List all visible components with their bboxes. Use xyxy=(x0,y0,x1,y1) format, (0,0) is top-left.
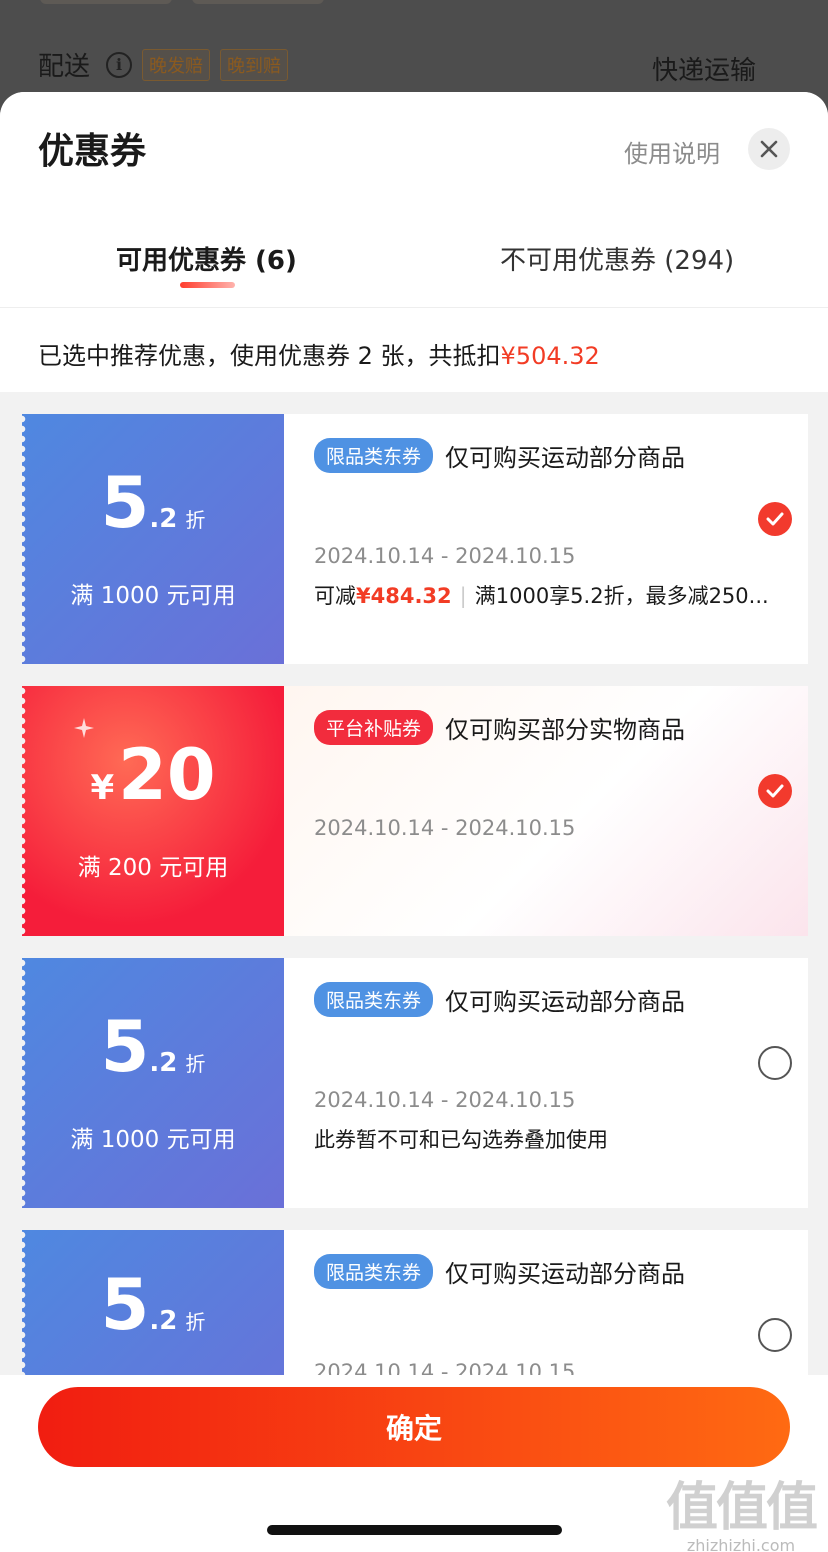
coupon-note: 此券暂不可和已勾选券叠加使用 xyxy=(314,1128,608,1152)
coupon-card[interactable]: 5.2 折 满 1000 元可用 限品类东券 仅可购买运动部分商品 2024.10… xyxy=(22,958,808,1208)
coupon-sheet: 优惠券 使用说明 可用优惠券 (6) 不可用优惠券 (294) 已选中推荐优惠，… xyxy=(0,92,828,1552)
coupon-condition: 满 1000 元可用 xyxy=(70,1127,236,1153)
coupon-details: 平台补贴券 仅可购买部分实物商品 2024.10.14 - 2024.10.15 xyxy=(284,686,808,936)
coupon-date: 2024.10.14 - 2024.10.15 xyxy=(314,816,576,840)
late-ship-tag: 晚发赔 xyxy=(142,48,211,81)
coupon-date: 2024.10.14 - 2024.10.15 xyxy=(314,1088,576,1112)
coupon-description: 仅可购买部分实物商品 xyxy=(445,716,686,744)
summary-text: 已选中推荐优惠，使用优惠券 2 张，共抵扣 xyxy=(38,342,501,370)
check-icon xyxy=(766,784,784,798)
delivery-label: 配送 xyxy=(38,52,91,82)
coupon-date: 2024.10.14 - 2024.10.15 xyxy=(314,544,576,568)
coupon-type-badge: 限品类东券 xyxy=(314,438,434,473)
coupon-checkbox-unchecked[interactable] xyxy=(758,1046,792,1080)
coupon-tabs: 可用优惠券 (6) 不可用优惠券 (294) xyxy=(0,232,828,302)
close-button[interactable] xyxy=(748,128,790,170)
coupon-checkbox-checked[interactable] xyxy=(758,774,792,808)
coupon-description: 仅可购买运动部分商品 xyxy=(445,444,686,472)
usage-instructions-link[interactable]: 使用说明 xyxy=(624,134,720,169)
info-icon[interactable]: i xyxy=(106,51,133,78)
coupon-value-panel: 5.2 折 满 1000 元可用 xyxy=(22,958,284,1208)
check-icon xyxy=(766,512,784,526)
coupon-savings: 可减¥484.32 | 满1000享5.2折，最多减250... xyxy=(314,584,769,608)
coupon-value-panel: ¥20 满 200 元可用 xyxy=(22,686,284,936)
coupon-card[interactable]: 5.2 折 满 1000 元可用 限品类东券 仅可购买运动部分商品 2024.10… xyxy=(22,414,808,664)
background-tabs xyxy=(40,0,324,4)
home-indicator[interactable] xyxy=(267,1525,562,1535)
coupon-list[interactable]: 5.2 折 满 1000 元可用 限品类东券 仅可购买运动部分商品 2024.10… xyxy=(22,414,808,1502)
active-tab-indicator xyxy=(180,282,235,288)
coupon-description: 仅可购买运动部分商品 xyxy=(445,988,686,1016)
watermark-logo: 值值值 xyxy=(665,1479,818,1537)
coupon-checkbox-checked[interactable] xyxy=(758,502,792,536)
sparkle-icon xyxy=(74,718,94,738)
coupon-rule: 满1000享5.2折，最多减250... xyxy=(474,584,769,608)
discount-value: 5.2 折 xyxy=(100,1264,206,1346)
tab-unavailable[interactable]: 不可用优惠券 (294) xyxy=(500,240,734,277)
watermark-url: zhizhizhi.com xyxy=(686,1536,796,1552)
sheet-title: 优惠券 xyxy=(38,131,147,172)
sheet-header: 优惠券 使用说明 可用优惠券 (6) 不可用优惠券 (294) 已选中推荐优惠，… xyxy=(0,92,828,392)
tab-available[interactable]: 可用优惠券 (6) xyxy=(116,240,297,277)
selection-summary: 已选中推荐优惠，使用优惠券 2 张，共抵扣¥504.32 xyxy=(38,336,600,371)
divider xyxy=(0,307,828,308)
coupon-value-panel: 5.2 折 满 1000 元可用 xyxy=(22,414,284,664)
shipping-method: 快递运输 xyxy=(651,56,756,86)
coupon-type-badge: 平台补贴券 xyxy=(314,710,434,745)
discount-value: 5.2 折 xyxy=(100,1006,206,1088)
coupon-condition: 满 1000 元可用 xyxy=(70,583,236,609)
watermark: 值值值 zhizhizhi.com xyxy=(665,1465,818,1552)
coupon-condition: 满 200 元可用 xyxy=(77,855,229,881)
coupon-details: 限品类东券 仅可购买运动部分商品 2024.10.14 - 2024.10.15… xyxy=(284,958,808,1208)
delivery-row: 配送 i 晚发赔 晚到赔 xyxy=(38,46,298,83)
coupon-description: 仅可购买运动部分商品 xyxy=(445,1260,686,1288)
coupon-checkbox-unchecked[interactable] xyxy=(758,1318,792,1352)
confirm-button[interactable]: 确定 xyxy=(38,1387,790,1467)
late-arrival-tag: 晚到赔 xyxy=(220,48,289,81)
discount-value: 5.2 折 xyxy=(100,462,206,544)
close-icon xyxy=(760,140,778,158)
coupon-card[interactable]: ¥20 满 200 元可用 平台补贴券 仅可购买部分实物商品 2024.10.1… xyxy=(22,686,808,936)
summary-amount: ¥504.32 xyxy=(500,342,600,370)
bottom-bar: 确定 值值值 zhizhizhi.com xyxy=(0,1375,828,1552)
coupon-details: 限品类东券 仅可购买运动部分商品 2024.10.14 - 2024.10.15… xyxy=(284,414,808,664)
discount-value: ¥20 xyxy=(90,734,216,816)
coupon-type-badge: 限品类东券 xyxy=(314,982,434,1017)
coupon-type-badge: 限品类东券 xyxy=(314,1254,434,1289)
